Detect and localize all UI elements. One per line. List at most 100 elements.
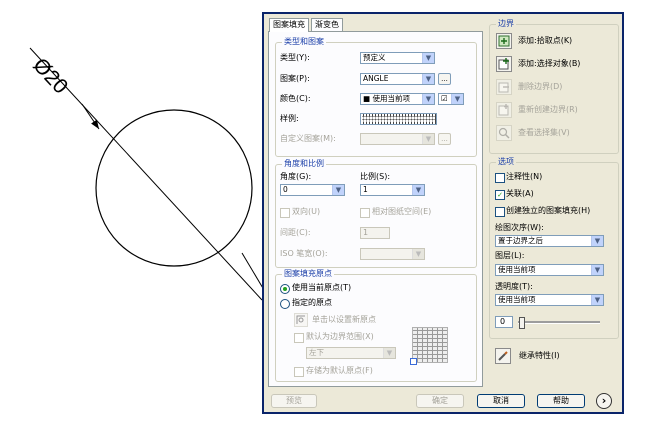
origin-position-select[interactable]: 左下 ▼ [306,347,396,359]
chevron-down-icon: ▼ [422,53,434,63]
help-button[interactable]: 帮助 [537,394,585,408]
angle-scale-group: 角度和比例 角度(G): 0 ▼ 比例(S): 1 ▼ 双向(U) 相对图纸空间… [275,159,477,268]
angle-label: 角度(G): [280,172,312,181]
view-selections-label: 查看选择集(V) [518,128,570,137]
cancel-button[interactable]: 取消 [477,394,525,408]
pattern-browse-button[interactable]: ... [438,73,451,85]
draw-order-label: 绘图次序(W): [495,223,544,232]
remove-boundaries-label: 删除边界(D) [518,82,563,91]
set-origin-icon[interactable] [294,313,308,327]
brush-icon [498,351,508,361]
spacing-input[interactable]: 1 [360,227,390,239]
chevron-down-icon: ▼ [383,348,395,358]
preview-button[interactable]: 预览 [271,394,317,408]
pattern-swatch[interactable] [360,113,437,125]
transparency-slider-track[interactable] [518,321,600,324]
origin-position-value: 左下 [309,348,324,357]
chevron-down-icon: ▼ [591,236,603,246]
scale-select[interactable]: 1 ▼ [360,184,425,196]
draw-order-select[interactable]: 置于边界之后 ▼ [495,235,604,247]
add-pick-points-label: 添加:拾取点(K) [518,36,573,45]
recreate-boundary-label: 重新创建边界(R) [518,105,578,114]
add-select-objects-label: 添加:选择对象(B) [518,59,581,68]
use-current-origin-radio[interactable] [280,284,290,294]
view-selections-button[interactable] [496,125,512,141]
chevron-down-icon: ▼ [332,185,344,195]
type-value: 预定义 [363,53,386,62]
chevron-down-icon: ▼ [591,295,603,305]
spacing-label: 间距(C): [280,228,311,237]
remove-boundary-icon [498,82,509,93]
more-options-icon[interactable]: › [596,393,612,409]
ok-button[interactable]: 确定 [416,394,464,408]
store-origin-label: 存储为默认原点(F) [306,366,373,375]
scale-value: 1 [363,185,368,194]
add-pick-points-button[interactable] [496,33,512,49]
annotative-checkbox[interactable] [495,173,505,183]
origin-group: 图案填充原点 使用当前原点(T) 指定的原点 单击以设置新原点 默认为边界范围(… [275,269,477,382]
chevron-down-icon: ▼ [422,94,434,104]
layer-label: 图层(L): [495,251,525,260]
transparency-label: 透明度(T): [495,282,533,291]
chevron-down-icon: ▼ [412,249,424,259]
hatch-dialog: 图案填充 渐变色 类型和图案 类型(Y): 预定义 ▼ 图案(P): ANGLE… [262,12,624,414]
custom-pattern-label: 自定义图案(M): [280,134,336,143]
chevron-down-icon: ▼ [422,134,434,144]
type-select[interactable]: 预定义 ▼ [360,52,435,64]
click-set-origin-label: 单击以设置新原点 [312,315,376,324]
angle-value: 0 [283,185,288,194]
chevron-down-icon: ▼ [422,74,434,84]
custom-pattern-select[interactable]: ▼ [360,133,435,145]
angle-select[interactable]: 0 ▼ [280,184,345,196]
use-current-origin-label: 使用当前原点(T) [292,283,352,292]
tab-gradient[interactable]: 渐变色 [311,18,343,31]
options-group-label: 选项 [496,157,516,167]
tab-hatch[interactable]: 图案填充 [269,18,309,32]
pick-point-icon [498,35,510,47]
magnifier-icon [498,127,510,139]
angle-scale-group-label: 角度和比例 [282,159,326,169]
origin-group-label: 图案填充原点 [282,269,334,279]
pattern-label: 图案(P): [280,74,310,83]
specified-origin-label: 指定的原点 [292,298,332,307]
type-label: 类型(Y): [280,53,310,62]
background-color-select[interactable]: ☑ ▼ [438,93,464,105]
pattern-select[interactable]: ANGLE ▼ [360,73,435,85]
default-extent-checkbox[interactable] [294,333,304,343]
default-extent-label: 默认为边界范围(X) [306,332,374,341]
color-label: 颜色(C): [280,94,311,103]
select-objects-icon [498,58,509,70]
origin-preview-icon [410,327,448,365]
double-label: 双向(U) [292,207,321,216]
recreate-boundary-icon [498,104,509,116]
pen-width-select[interactable]: ▼ [360,248,425,260]
double-checkbox[interactable] [280,208,290,218]
hatch-tab-panel: 类型和图案 类型(Y): 预定义 ▼ 图案(P): ANGLE ▼ ... 颜色… [268,31,483,387]
color-select[interactable]: ■ 使用当前项 ▼ [360,93,435,105]
specified-origin-radio[interactable] [280,299,290,309]
transparency-level-input[interactable]: 0 [495,316,513,328]
remove-boundaries-button[interactable] [496,79,512,95]
scale-label: 比例(S): [360,172,391,181]
associative-checkbox[interactable]: ✓ [495,190,505,200]
recreate-boundary-button[interactable] [496,102,512,118]
inherit-properties-label: 继承特性(I) [519,351,560,360]
type-pattern-group: 类型和图案 类型(Y): 预定义 ▼ 图案(P): ANGLE ▼ ... 颜色… [275,37,477,157]
inherit-properties-button[interactable] [495,348,511,364]
type-pattern-group-label: 类型和图案 [282,37,326,47]
circle-shape [95,109,253,267]
draw-order-value: 置于边界之后 [498,236,543,245]
separate-hatch-checkbox[interactable] [495,207,505,217]
transparency-value: 使用当前项 [498,295,536,304]
custom-browse-button[interactable]: ... [438,133,451,145]
add-select-objects-button[interactable] [496,56,512,72]
paperspace-checkbox[interactable] [360,208,370,218]
store-origin-checkbox[interactable] [294,367,304,377]
transparency-slider-thumb[interactable] [519,317,525,329]
layer-select[interactable]: 使用当前项 ▼ [495,264,604,276]
annotative-label: 注释性(N) [506,172,543,181]
associative-label: 关联(A) [506,189,534,198]
spacing-value: 1 [363,228,369,237]
color-value: ■ 使用当前项 [363,94,410,103]
transparency-select[interactable]: 使用当前项 ▼ [495,294,604,306]
